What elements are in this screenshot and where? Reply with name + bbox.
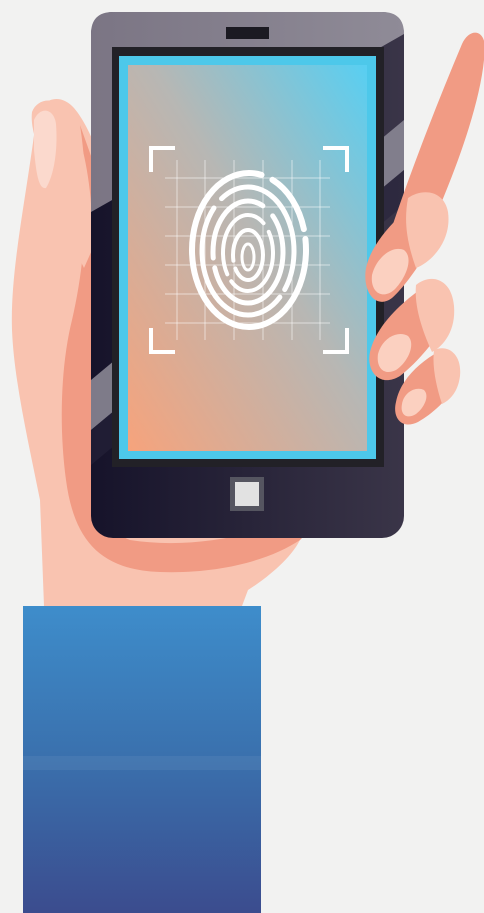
speaker-icon: [226, 27, 269, 39]
screen: [128, 65, 367, 451]
sleeve: [23, 606, 261, 913]
phone: [91, 12, 404, 538]
scene-illustration: [11, 12, 484, 913]
